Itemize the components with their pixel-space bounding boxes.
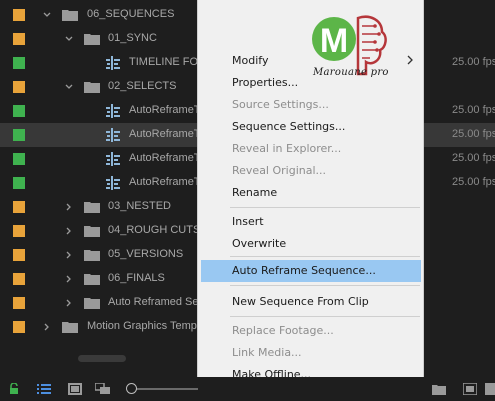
menu-item-label: Sequence Settings...: [232, 120, 346, 133]
label-color-swatch: [13, 33, 25, 45]
chevron-right-icon[interactable]: [64, 250, 74, 260]
item-name: Auto Reframed Se: [108, 296, 199, 308]
chevron-right-icon[interactable]: [42, 322, 52, 332]
chevron-down-icon[interactable]: [42, 10, 52, 20]
label-color-swatch: [13, 81, 25, 93]
sequence-icon: [106, 104, 120, 118]
menu-item-source-settings: Source Settings...: [198, 94, 423, 116]
menu-item-label: Reveal in Explorer...: [232, 142, 342, 155]
chevron-down-icon[interactable]: [64, 34, 74, 44]
menu-item-replace-footage: Replace Footage...: [198, 320, 423, 342]
frame-rate: 25.00 fps: [452, 128, 495, 140]
item-name: 02_SELECTS: [108, 80, 177, 92]
item-name: 06_SEQUENCES: [87, 8, 175, 20]
clear-icon[interactable]: [485, 383, 495, 398]
label-color-swatch: [13, 201, 25, 213]
folder-icon: [84, 33, 100, 45]
label-color-swatch: [13, 153, 25, 165]
menu-separator: [230, 285, 420, 286]
label-color-swatch: [13, 321, 25, 333]
icon-view-icon[interactable]: [68, 383, 82, 398]
menu-item-insert[interactable]: Insert: [198, 211, 423, 233]
project-toolbar: [0, 377, 495, 401]
item-name: 01_SYNC: [108, 32, 157, 44]
chevron-right-icon[interactable]: [64, 274, 74, 284]
item-name: 05_VERSIONS: [108, 248, 184, 260]
folder-icon: [84, 225, 100, 237]
menu-item-reveal-original: Reveal Original...: [198, 160, 423, 182]
menu-item-label: Reveal Original...: [232, 164, 327, 177]
menu-item-label: Replace Footage...: [232, 324, 334, 337]
list-view-icon[interactable]: [37, 383, 51, 398]
menu-item-label: Overwrite: [232, 237, 287, 250]
menu-item-label: Properties...: [232, 76, 299, 89]
frame-rate: 25.00 fps: [452, 176, 495, 188]
sequence-icon: [106, 152, 120, 166]
menu-item-rename[interactable]: Rename: [198, 182, 423, 204]
zoom-slider-track[interactable]: [134, 388, 198, 390]
menu-item-label: Rename: [232, 186, 278, 199]
item-name: Motion Graphics Temp: [87, 320, 197, 332]
folder-icon: [62, 321, 78, 333]
folder-icon: [62, 9, 78, 21]
item-name: AutoReframeT: [129, 176, 201, 188]
freeform-view-icon[interactable]: [94, 382, 111, 398]
folder-icon: [84, 81, 100, 93]
menu-item-label: Insert: [232, 215, 264, 228]
logo-letter: M: [320, 22, 348, 60]
menu-separator: [230, 256, 420, 257]
frame-rate: 25.00 fps: [452, 104, 495, 116]
chevron-right-icon[interactable]: [64, 202, 74, 212]
chevron-right-icon[interactable]: [64, 298, 74, 308]
zoom-slider-handle[interactable]: [126, 383, 137, 394]
watermark-text: Marouane pro: [313, 67, 389, 78]
item-name: AutoReframeT: [129, 104, 201, 116]
folder-icon: [84, 249, 100, 261]
label-color-swatch: [13, 177, 25, 189]
label-color-swatch: [13, 9, 25, 21]
menu-item-label: Modify: [232, 54, 269, 67]
menu-item-sequence-settings[interactable]: Sequence Settings...: [198, 116, 423, 138]
sequence-icon: [106, 56, 120, 70]
menu-item-new-sequence-from-clip[interactable]: New Sequence From Clip: [198, 291, 423, 313]
label-color-swatch: [13, 105, 25, 117]
menu-item-overwrite[interactable]: Overwrite: [198, 233, 423, 255]
folder-icon: [84, 201, 100, 213]
item-name: AutoReframeT: [129, 152, 201, 164]
item-name: AutoReframeT: [129, 128, 201, 140]
menu-item-label: Link Media...: [232, 346, 302, 359]
menu-item-link-media: Link Media...: [198, 342, 423, 364]
frame-rate: 25.00 fps: [452, 56, 495, 68]
item-name: 06_FINALS: [108, 272, 165, 284]
chevron-down-icon[interactable]: [64, 82, 74, 92]
label-color-swatch: [13, 273, 25, 285]
horizontal-scrollbar[interactable]: [78, 355, 126, 362]
menu-separator: [230, 207, 420, 208]
new-bin-icon[interactable]: [432, 383, 446, 398]
item-name: 03_NESTED: [108, 200, 171, 212]
label-color-swatch: [13, 297, 25, 309]
label-color-swatch: [13, 57, 25, 69]
menu-separator: [230, 316, 420, 317]
menu-item-label: Auto Reframe Sequence...: [232, 264, 376, 277]
sequence-icon: [106, 176, 120, 190]
label-color-swatch: [13, 225, 25, 237]
label-color-swatch: [13, 249, 25, 261]
lock-icon[interactable]: [9, 382, 19, 398]
item-name: TIMELINE FOR: [129, 56, 207, 68]
chevron-right-icon[interactable]: [64, 226, 74, 236]
menu-item-auto-reframe-sequence[interactable]: Auto Reframe Sequence...: [201, 260, 421, 282]
menu-item-reveal-in-explorer: Reveal in Explorer...: [198, 138, 423, 160]
sequence-icon: [106, 128, 120, 142]
label-color-swatch: [13, 129, 25, 141]
folder-icon: [84, 297, 100, 309]
submenu-arrow-icon: [407, 55, 413, 65]
new-item-icon[interactable]: [462, 382, 478, 398]
folder-icon: [84, 273, 100, 285]
item-name: 04_ROUGH CUTS: [108, 224, 201, 236]
menu-item-label: Source Settings...: [232, 98, 329, 111]
menu-item-label: New Sequence From Clip: [232, 295, 369, 308]
frame-rate: 25.00 fps: [452, 152, 495, 164]
